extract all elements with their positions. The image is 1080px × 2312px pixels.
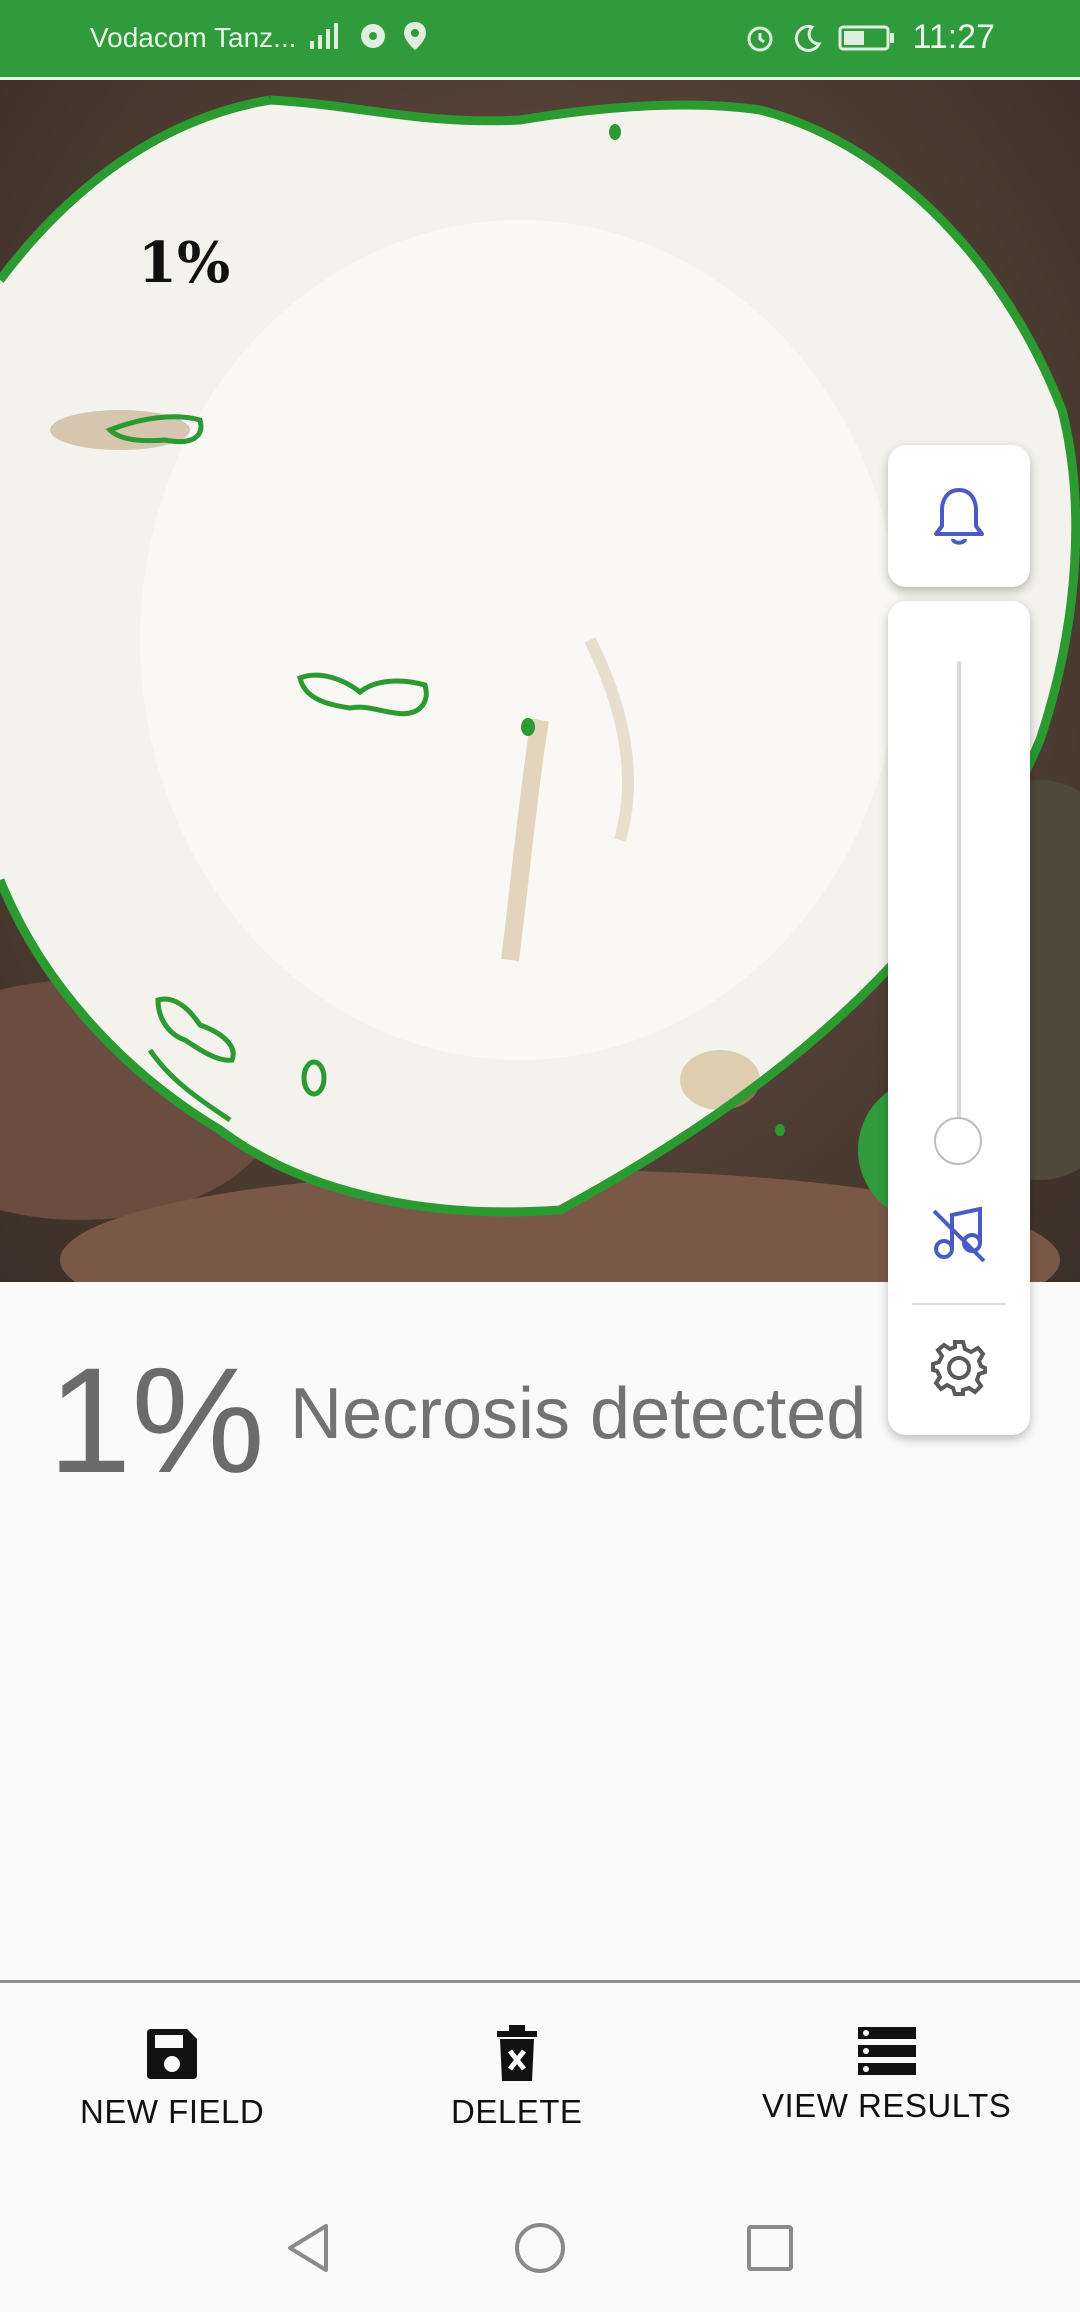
overlay-percentage: 1% xyxy=(138,230,231,296)
result-percentage: 1% xyxy=(48,1336,265,1504)
view-results-label: VIEW RESULTS xyxy=(762,2087,1012,2124)
result-label: Necrosis detected xyxy=(290,1374,867,1454)
system-nav-bar xyxy=(0,2188,1080,2312)
home-icon[interactable] xyxy=(512,2220,568,2276)
new-field-label: NEW FIELD xyxy=(80,2093,265,2130)
volume-panel xyxy=(888,601,1030,1435)
back-icon[interactable] xyxy=(282,2220,334,2276)
view-results-button[interactable]: VIEW RESULTS xyxy=(762,2025,1011,2125)
location-icon xyxy=(404,22,426,50)
moon-icon xyxy=(795,24,822,52)
battery-icon xyxy=(838,25,895,50)
gear-icon[interactable] xyxy=(927,1336,991,1400)
save-icon xyxy=(147,2029,198,2079)
bottom-action-bar: NEW FIELD DELETE VIEW RESULTS xyxy=(0,1980,1080,2188)
recents-icon[interactable] xyxy=(744,2220,796,2276)
status-bar: Vodacom Tanz... 11:27 xyxy=(0,0,1080,80)
music-off-icon[interactable] xyxy=(928,1203,990,1265)
carrier-name: Vodacom Tanz... xyxy=(90,22,297,53)
clock: 11:27 xyxy=(912,18,995,56)
list-icon xyxy=(857,2027,916,2075)
delete-button[interactable]: DELETE xyxy=(451,2025,582,2131)
new-field-button[interactable]: NEW FIELD xyxy=(80,2025,264,2131)
data-icon xyxy=(361,24,385,48)
volume-slider-track[interactable] xyxy=(957,661,961,1141)
delete-label: DELETE xyxy=(451,2093,583,2130)
signal-icon xyxy=(310,23,338,49)
bell-icon xyxy=(934,488,984,545)
alarm-icon xyxy=(747,26,773,51)
volume-slider-thumb[interactable] xyxy=(934,1117,982,1165)
volume-panel-divider xyxy=(912,1303,1006,1305)
ringer-mode-button[interactable] xyxy=(888,445,1030,587)
delete-icon xyxy=(496,2025,537,2081)
